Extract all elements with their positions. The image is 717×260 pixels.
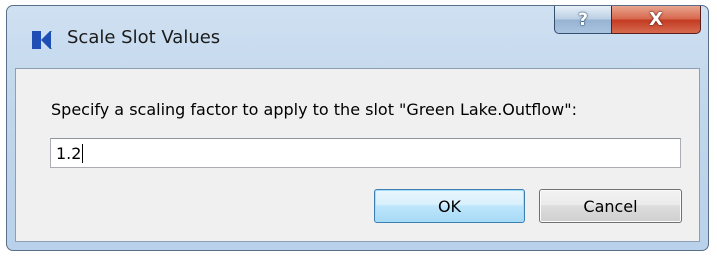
help-icon: ? [578, 9, 588, 30]
ok-button[interactable]: OK [374, 189, 525, 223]
text-caret [82, 143, 84, 163]
scaling-factor-input[interactable]: 1.2 [50, 138, 681, 168]
title-bar[interactable]: Scale Slot Values ? X [7, 6, 708, 68]
window-title: Scale Slot Values [67, 27, 221, 48]
close-button[interactable]: X [611, 6, 701, 34]
dialog-body: Specify a scaling factor to apply to the… [15, 68, 700, 242]
scaling-factor-value: 1.2 [56, 143, 82, 163]
scale-slot-values-dialog: Scale Slot Values ? X Specify a scaling … [6, 5, 709, 251]
close-icon: X [649, 9, 663, 30]
help-button[interactable]: ? [554, 6, 612, 34]
scaling-factor-prompt: Specify a scaling factor to apply to the… [51, 100, 578, 119]
riverware-logo-icon [30, 28, 54, 52]
cancel-button[interactable]: Cancel [539, 189, 682, 223]
